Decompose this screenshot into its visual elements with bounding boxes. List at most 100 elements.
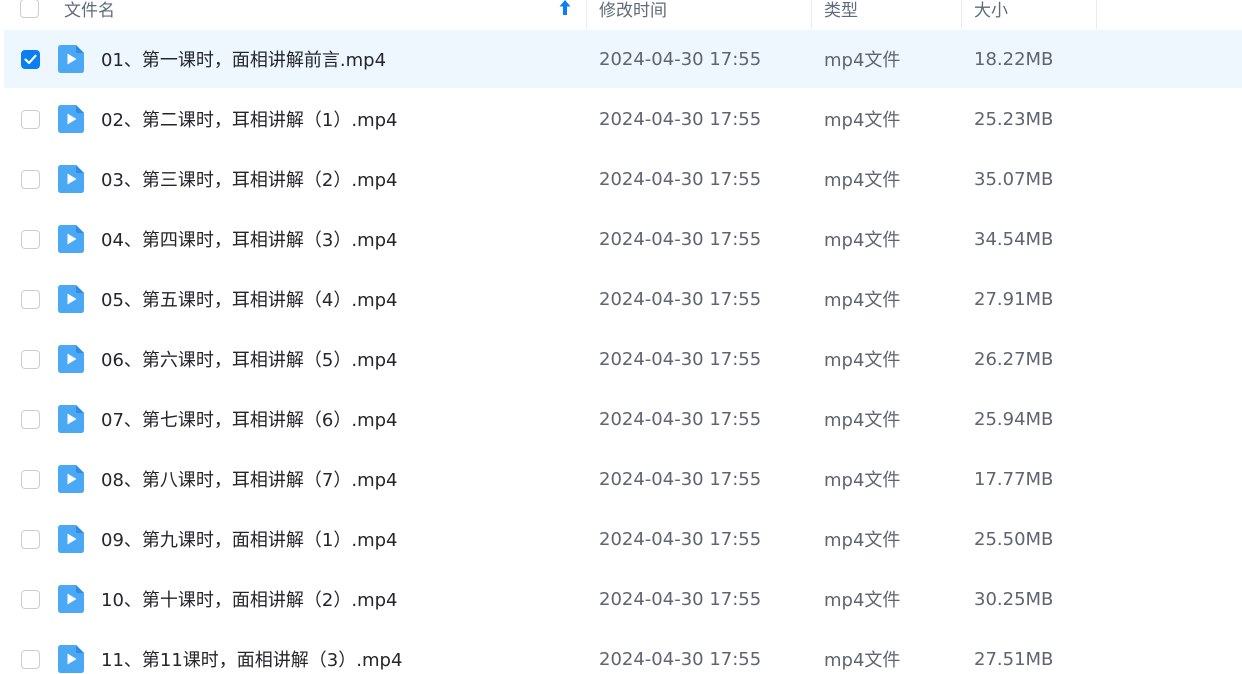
file-modified-time: 2024-04-30 17:55 [599,168,762,190]
row-checkbox[interactable] [21,589,40,609]
file-icon-cell [58,510,84,568]
file-rows: 01、第一课时，面相讲解前言.mp4 2024-04-30 17:55 mp4文… [0,30,1242,674]
file-size: 30.25MB [974,588,1054,610]
file-size: 18.22MB [974,48,1054,70]
sort-ascending-arrow-icon[interactable] [558,0,572,17]
select-all-cell [20,0,44,29]
file-modified-time: 2024-04-30 17:55 [599,228,762,250]
file-icon-cell [58,210,84,268]
column-header-type-label: 类型 [824,0,858,21]
file-icon-cell [58,450,84,508]
column-header-size-label: 大小 [974,0,1008,21]
file-name[interactable]: 08、第八课时，耳相讲解（7）.mp4 [101,450,398,508]
column-header-name-label: 文件名 [64,0,115,21]
row-checkbox-cell [21,450,40,508]
column-header-name[interactable]: 文件名 [64,0,587,29]
file-name[interactable]: 02、第二课时，耳相讲解（1）.mp4 [101,90,398,148]
column-header-time[interactable]: 修改时间 [587,0,812,29]
row-checkbox-cell [21,570,40,628]
row-checkbox[interactable] [21,169,40,189]
file-modified-time: 2024-04-30 17:55 [599,408,762,430]
file-size: 35.07MB [974,168,1054,190]
file-row[interactable]: 09、第九课时，面相讲解（1）.mp4 2024-04-30 17:55 mp4… [0,510,1242,570]
file-type: mp4文件 [824,410,901,431]
row-checkbox-cell [21,330,40,388]
file-name[interactable]: 07、第七课时，耳相讲解（6）.mp4 [101,390,398,448]
file-row[interactable]: 01、第一课时，面相讲解前言.mp4 2024-04-30 17:55 mp4文… [0,30,1242,90]
row-checkbox-cell [21,510,40,568]
file-type: mp4文件 [824,530,901,551]
row-checkbox[interactable] [21,349,40,369]
file-modified-time: 2024-04-30 17:55 [599,348,762,370]
row-checkbox-cell [21,210,40,268]
column-header-time-label: 修改时间 [599,0,667,21]
row-checkbox[interactable] [21,109,40,129]
row-checkbox[interactable] [21,409,40,429]
file-name[interactable]: 09、第九课时，面相讲解（1）.mp4 [101,510,398,568]
select-all-checkbox[interactable] [20,0,39,18]
file-row[interactable]: 10、第十课时，面相讲解（2）.mp4 2024-04-30 17:55 mp4… [0,570,1242,630]
video-file-icon [58,345,84,373]
file-size: 34.54MB [974,228,1054,250]
file-icon-cell [58,630,84,674]
file-name[interactable]: 05、第五课时，耳相讲解（4）.mp4 [101,270,398,328]
video-file-icon [58,165,84,193]
row-checkbox[interactable] [21,229,40,249]
file-name[interactable]: 01、第一课时，面相讲解前言.mp4 [101,30,386,88]
file-row[interactable]: 11、第11课时，面相讲解（3）.mp4 2024-04-30 17:55 mp… [0,630,1242,674]
column-header-type[interactable]: 类型 [812,0,962,29]
file-type: mp4文件 [824,50,901,71]
file-type: mp4文件 [824,470,901,491]
file-size: 17.77MB [974,468,1054,490]
file-size: 27.91MB [974,288,1054,310]
video-file-icon [58,45,84,73]
file-modified-time: 2024-04-30 17:55 [599,588,762,610]
video-file-icon [58,225,84,253]
file-type: mp4文件 [824,290,901,311]
file-list-header: 文件名 修改时间 类型 大小 [0,0,1242,29]
row-checkbox-cell [21,30,40,88]
row-checkbox-cell [21,390,40,448]
row-checkbox-cell [21,150,40,208]
file-row[interactable]: 07、第七课时，耳相讲解（6）.mp4 2024-04-30 17:55 mp4… [0,390,1242,450]
checkmark-icon [24,54,37,64]
row-checkbox[interactable] [21,529,40,549]
row-checkbox-cell [21,630,40,674]
file-icon-cell [58,30,84,88]
row-checkbox-cell [21,270,40,328]
file-row[interactable]: 05、第五课时，耳相讲解（4）.mp4 2024-04-30 17:55 mp4… [0,270,1242,330]
video-file-icon [58,525,84,553]
file-name[interactable]: 10、第十课时，面相讲解（2）.mp4 [101,570,398,628]
row-checkbox[interactable] [21,289,40,309]
file-type: mp4文件 [824,590,901,611]
row-checkbox[interactable] [21,49,40,69]
file-list: 文件名 修改时间 类型 大小 01、第一课时，面相讲解前言.mp4 2024-0… [0,0,1242,674]
file-name[interactable]: 03、第三课时，耳相讲解（2）.mp4 [101,150,398,208]
file-modified-time: 2024-04-30 17:55 [599,288,762,310]
row-checkbox[interactable] [21,469,40,489]
file-name[interactable]: 04、第四课时，耳相讲解（3）.mp4 [101,210,398,268]
video-file-icon [58,285,84,313]
video-file-icon [58,585,84,613]
video-file-icon [58,405,84,433]
file-row[interactable]: 03、第三课时，耳相讲解（2）.mp4 2024-04-30 17:55 mp4… [0,150,1242,210]
file-row[interactable]: 08、第八课时，耳相讲解（7）.mp4 2024-04-30 17:55 mp4… [0,450,1242,510]
file-name[interactable]: 11、第11课时，面相讲解（3）.mp4 [101,630,402,674]
file-type: mp4文件 [824,230,901,251]
column-header-size[interactable]: 大小 [962,0,1097,29]
file-modified-time: 2024-04-30 17:55 [599,48,762,70]
file-icon-cell [58,150,84,208]
row-checkbox[interactable] [21,649,40,669]
file-modified-time: 2024-04-30 17:55 [599,468,762,490]
file-size: 26.27MB [974,348,1054,370]
file-type: mp4文件 [824,170,901,191]
file-row[interactable]: 04、第四课时，耳相讲解（3）.mp4 2024-04-30 17:55 mp4… [0,210,1242,270]
file-name[interactable]: 06、第六课时，耳相讲解（5）.mp4 [101,330,398,388]
file-icon-cell [58,270,84,328]
file-size: 25.23MB [974,108,1054,130]
file-row[interactable]: 02、第二课时，耳相讲解（1）.mp4 2024-04-30 17:55 mp4… [0,90,1242,150]
file-size: 25.94MB [974,408,1054,430]
file-row[interactable]: 06、第六课时，耳相讲解（5）.mp4 2024-04-30 17:55 mp4… [0,330,1242,390]
file-type: mp4文件 [824,110,901,131]
file-size: 27.51MB [974,648,1054,670]
